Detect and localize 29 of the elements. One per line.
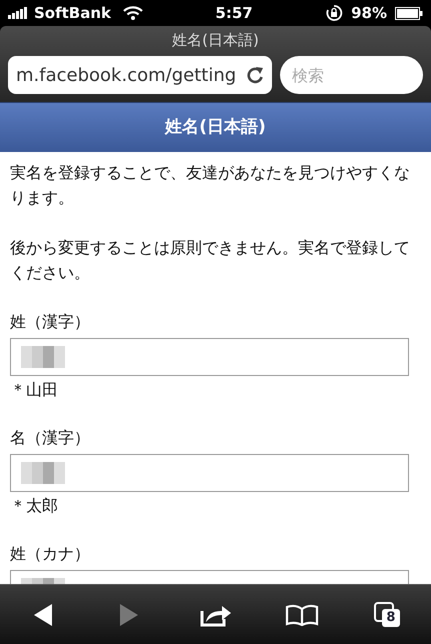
url-text: m.facebook.com/getting: [16, 64, 236, 88]
field-label: 姓（カナ）: [10, 543, 91, 565]
tabs-button[interactable]: 8: [344, 596, 431, 634]
book-icon: [284, 604, 319, 626]
rotation-lock-icon: [325, 4, 344, 22]
url-field[interactable]: m.facebook.com/getting: [8, 56, 272, 94]
wifi-icon: [123, 6, 144, 20]
page-title: 姓名(日本語): [165, 116, 266, 139]
back-icon: [32, 602, 54, 626]
input-field[interactable]: [10, 338, 409, 376]
battery-percent: 98%: [351, 2, 387, 24]
example-hint: ＊太郎: [10, 495, 59, 517]
clock-time: 5:57: [215, 2, 253, 24]
pixelated-value: [21, 462, 65, 484]
pixelated-value: [21, 346, 65, 368]
browser-title: 姓名(日本語): [171, 30, 260, 51]
signal-icon: [8, 7, 30, 19]
reload-icon: [246, 65, 264, 85]
tab-count: 8: [382, 608, 400, 626]
paragraph-text: 後から変更することは原則できません。実名で登録してください。: [10, 237, 411, 284]
field-label: 姓（漢字）: [10, 311, 91, 333]
forward-icon: [118, 602, 140, 626]
input-field[interactable]: [10, 454, 409, 492]
field-label: 名（漢字）: [10, 427, 91, 449]
carrier-name: SoftBank: [34, 2, 112, 24]
example-hint: ＊山田: [10, 379, 59, 401]
search-field[interactable]: 検索: [280, 56, 423, 94]
battery-icon: [394, 6, 423, 20]
paragraph-text: 実名を登録することで、友達があなたを見つけやすくなります。: [10, 162, 411, 209]
